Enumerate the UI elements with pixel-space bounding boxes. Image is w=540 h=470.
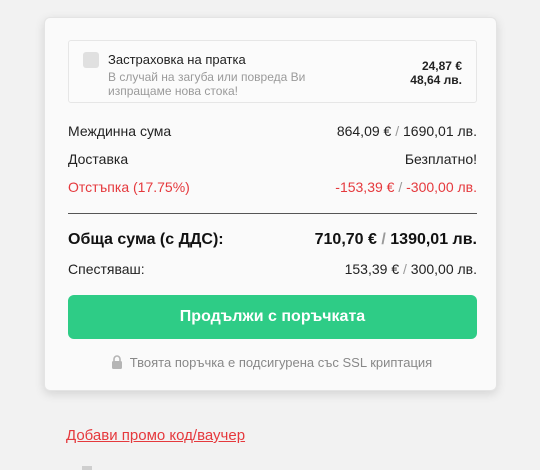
- price-separator: /: [395, 123, 400, 139]
- insurance-price: 24,87 € 48,64 лв.: [410, 59, 462, 87]
- order-summary-card: Застраховка на пратка В случай на загуба…: [44, 17, 497, 391]
- discount-label: Отстъпка (17.75%): [68, 179, 190, 195]
- savings-label: Спестяваш:: [68, 261, 145, 277]
- ssl-notice-text: Твоята поръчка е подсигурена със SSL кри…: [129, 355, 433, 370]
- discount-row: Отстъпка (17.75%) -153,39 € / -300,00 лв…: [68, 179, 477, 199]
- continue-order-button[interactable]: Продължи с поръчката: [68, 295, 477, 339]
- savings-eur: 153,39 €: [344, 261, 400, 277]
- total-row: Обща сума (с ДДС): 710,70 € / 1390,01 лв…: [68, 231, 477, 251]
- summary-divider: [68, 213, 477, 214]
- price-separator: /: [398, 179, 403, 195]
- price-separator: /: [403, 261, 407, 277]
- total-value: 710,70 € / 1390,01 лв.: [315, 231, 477, 249]
- insurance-price-bgn: 48,64 лв.: [410, 73, 462, 87]
- discount-value: -153,39 € / -300,00 лв.: [335, 179, 477, 195]
- subtotal-row: Междинна сума 864,09 € / 1690,01 лв.: [68, 123, 477, 143]
- shipment-insurance-option[interactable]: Застраховка на пратка В случай на загуба…: [68, 40, 477, 103]
- insurance-description: В случай на загуба или повреда Ви изпращ…: [108, 70, 306, 98]
- subtotal-eur: 864,09 €: [336, 123, 392, 139]
- subtotal-bgn: 1690,01 лв.: [403, 123, 477, 139]
- insurance-title: Застраховка на пратка: [108, 52, 246, 67]
- subtotal-label: Междинна сума: [68, 123, 172, 139]
- add-promo-code-link[interactable]: Добави промо код/ваучер: [66, 427, 245, 444]
- savings-value: 153,39 € / 300,00 лв.: [345, 261, 477, 277]
- savings-bgn: 300,00 лв.: [410, 261, 477, 277]
- shipping-label: Доставка: [68, 151, 129, 167]
- subtotal-value: 864,09 € / 1690,01 лв.: [337, 123, 477, 139]
- price-separator: /: [381, 231, 386, 248]
- shipping-value: Безплатно!: [404, 151, 477, 167]
- total-eur: 710,70 €: [314, 231, 377, 248]
- total-bgn: 1390,01 лв.: [390, 231, 477, 248]
- total-label: Обща сума (с ДДС):: [68, 231, 224, 248]
- insurance-price-eur: 24,87 €: [421, 59, 462, 73]
- savings-row: Спестяваш: 153,39 € / 300,00 лв.: [68, 261, 477, 281]
- partial-element: [82, 466, 92, 470]
- lock-icon: [111, 355, 123, 372]
- shipping-row: Доставка Безплатно!: [68, 151, 477, 171]
- insurance-checkbox[interactable]: [83, 52, 99, 68]
- discount-bgn: -300,00 лв.: [406, 179, 477, 195]
- discount-eur: -153,39 €: [335, 179, 395, 195]
- ssl-notice: Твоята поръчка е подсигурена със SSL кри…: [45, 355, 498, 372]
